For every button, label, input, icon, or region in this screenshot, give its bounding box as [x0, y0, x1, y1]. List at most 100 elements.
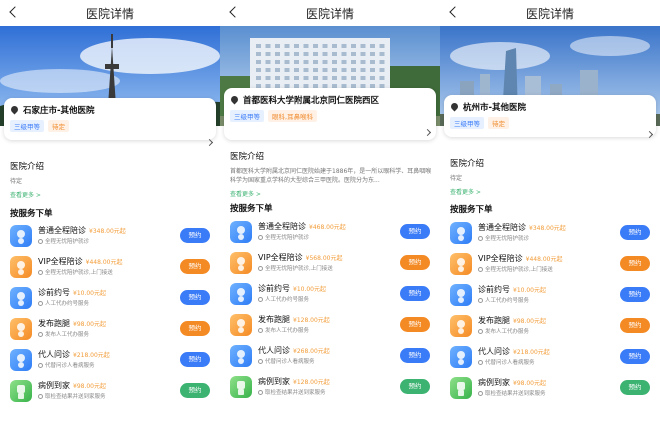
service-name: 发布跑腿: [478, 316, 510, 325]
service-icon: [230, 252, 252, 274]
service-description: 全程无忧陪护就诊: [485, 236, 530, 242]
service-price: ¥348.00元起: [89, 228, 126, 235]
service-icon: [230, 283, 252, 305]
intro-text: 待定: [450, 175, 463, 182]
intro-title: 医院介绍: [230, 152, 265, 162]
check-circle-icon: [478, 359, 483, 365]
service-description: 全程无忧陪护就诊: [265, 235, 310, 241]
service-list: 普通全程陪诊 ¥348.00元起 全程无忧陪护就诊 预约 VIP全程陪诊 ¥448.…: [8, 222, 214, 408]
check-circle-icon: [38, 331, 43, 337]
service-price: ¥10.00元起: [513, 287, 546, 294]
service-name: 病例到家: [38, 381, 70, 390]
screen-beijing-tongren: 医院详情 首都医科大学附属北京同仁医院西区 三级甲等 眼科,耳鼻喉科 医院介绍 …: [220, 0, 440, 425]
service-price: ¥268.00元起: [293, 348, 330, 355]
check-circle-icon: [478, 266, 483, 272]
check-circle-icon: [478, 297, 483, 303]
book-button[interactable]: 预约: [620, 380, 650, 395]
view-more-link[interactable]: 查看更多 >: [10, 190, 212, 199]
chevron-right-icon[interactable]: [205, 138, 214, 147]
book-button[interactable]: 预约: [620, 225, 650, 240]
service-description: 发布人工代办服务: [485, 329, 530, 335]
screen-hangzhou: 医院详情 杭州市-其他医院 三级甲等 待定 医院介绍 待定 查看更多 > 按服务…: [440, 0, 660, 425]
service-name: 病例到家: [258, 377, 290, 386]
service-icon: [230, 376, 252, 398]
book-button[interactable]: 预约: [180, 321, 210, 336]
check-circle-icon: [478, 390, 483, 396]
check-circle-icon: [478, 328, 483, 334]
service-description: 全程无忧陪护就诊,上门接送: [485, 267, 553, 273]
book-button[interactable]: 预约: [620, 287, 650, 302]
book-button[interactable]: 预约: [620, 318, 650, 333]
service-item: 诊前约号 ¥10.00元起 人工代办约号服务 预约: [228, 280, 434, 311]
service-name: 代人问诊: [38, 350, 70, 359]
intro-title: 医院介绍: [450, 159, 485, 169]
service-description: 人工代办约号服务: [485, 298, 530, 304]
book-button[interactable]: 预约: [180, 383, 210, 398]
service-item: 代人问诊 ¥218.00元起 代替问诊人看病服务 预约: [448, 343, 654, 374]
view-more-link[interactable]: 查看更多 >: [230, 189, 432, 198]
service-name: 诊前约号: [478, 285, 510, 294]
service-price: ¥98.00元起: [73, 321, 106, 328]
service-price: ¥568.00元起: [305, 255, 343, 262]
book-button[interactable]: 预约: [400, 379, 430, 394]
hospital-info-card[interactable]: 杭州市-其他医院 三级甲等 待定: [444, 95, 656, 137]
service-list: 普通全程陪诊 ¥468.00元起 全程无忧陪护就诊 预约 VIP全程陪诊 ¥568.…: [228, 218, 434, 404]
service-item: 病例到家 ¥128.00元起 取检查结果并送到家服务 预约: [228, 373, 434, 404]
book-button[interactable]: 预约: [620, 256, 650, 271]
check-circle-icon: [258, 234, 263, 240]
book-button[interactable]: 预约: [180, 290, 210, 305]
service-description: 代替问诊人看病服务: [45, 363, 95, 369]
check-circle-icon: [38, 362, 43, 368]
section-title: 按服务下单: [10, 209, 53, 219]
hospital-department-tag: 待定: [488, 117, 509, 129]
check-circle-icon: [258, 389, 263, 395]
book-button[interactable]: 预约: [180, 228, 210, 243]
book-button[interactable]: 预约: [180, 259, 210, 274]
service-description: 全程无忧陪护就诊,上门接送: [45, 270, 113, 276]
hospital-info-card[interactable]: 首都医科大学附属北京同仁医院西区 三级甲等 眼科,耳鼻喉科: [224, 88, 436, 140]
nav-bar: 医院详情: [440, 0, 660, 26]
hospital-intro: 医院介绍 待定 查看更多 >: [10, 160, 212, 199]
service-item: 发布跑腿 ¥128.00元起 发布人工代办服务 预约: [228, 311, 434, 342]
service-icon: [10, 318, 32, 340]
check-circle-icon: [38, 269, 43, 275]
check-circle-icon: [478, 235, 483, 241]
book-button[interactable]: 预约: [620, 349, 650, 364]
view-more-link[interactable]: 查看更多 >: [450, 187, 652, 196]
service-price: ¥218.00元起: [513, 349, 550, 356]
service-icon: [450, 315, 472, 337]
service-icon: [230, 221, 252, 243]
book-button[interactable]: 预约: [400, 317, 430, 332]
service-name: VIP全程陪诊: [258, 253, 303, 262]
service-icon: [450, 253, 472, 275]
service-list: 普通全程陪诊 ¥348.00元起 全程无忧陪护就诊 预约 VIP全程陪诊 ¥448.…: [448, 219, 654, 405]
service-item: 病例到家 ¥98.00元起 取检查结果并送到家服务 预约: [8, 377, 214, 408]
service-icon: [10, 349, 32, 371]
service-item: 诊前约号 ¥10.00元起 人工代办约号服务 预约: [448, 281, 654, 312]
service-name: 代人问诊: [478, 347, 510, 356]
service-price: ¥10.00元起: [293, 286, 326, 293]
book-button[interactable]: 预约: [400, 224, 430, 239]
section-title: 按服务下单: [230, 204, 273, 214]
service-item: 代人问诊 ¥268.00元起 代替问诊人看病服务 预约: [228, 342, 434, 373]
service-icon: [10, 380, 32, 402]
service-description: 全程无忧陪护就诊: [45, 239, 90, 245]
intro-text: 待定: [10, 178, 23, 185]
service-name: 诊前约号: [258, 284, 290, 293]
section-title: 按服务下单: [450, 205, 493, 215]
book-button[interactable]: 预约: [400, 255, 430, 270]
book-button[interactable]: 预约: [400, 348, 430, 363]
service-name: 普通全程陪诊: [38, 226, 86, 235]
service-name: 诊前约号: [38, 288, 70, 297]
hospital-info-card[interactable]: 石家庄市-其他医院 三级甲等 待定: [4, 98, 216, 140]
service-price: ¥10.00元起: [73, 290, 106, 297]
book-button[interactable]: 预约: [400, 286, 430, 301]
service-description: 全程无忧陪护就诊,上门接送: [265, 266, 333, 272]
hospital-intro: 医院介绍 待定 查看更多 >: [450, 157, 652, 196]
service-item: VIP全程陪诊 ¥448.00元起 全程无忧陪护就诊,上门接送 预约: [8, 253, 214, 284]
service-item: 发布跑腿 ¥98.00元起 发布人工代办服务 预约: [448, 312, 654, 343]
service-name: VIP全程陪诊: [38, 257, 83, 266]
service-price: ¥218.00元起: [73, 352, 110, 359]
service-item: VIP全程陪诊 ¥448.00元起 全程无忧陪护就诊,上门接送 预约: [448, 250, 654, 281]
book-button[interactable]: 预约: [180, 352, 210, 367]
